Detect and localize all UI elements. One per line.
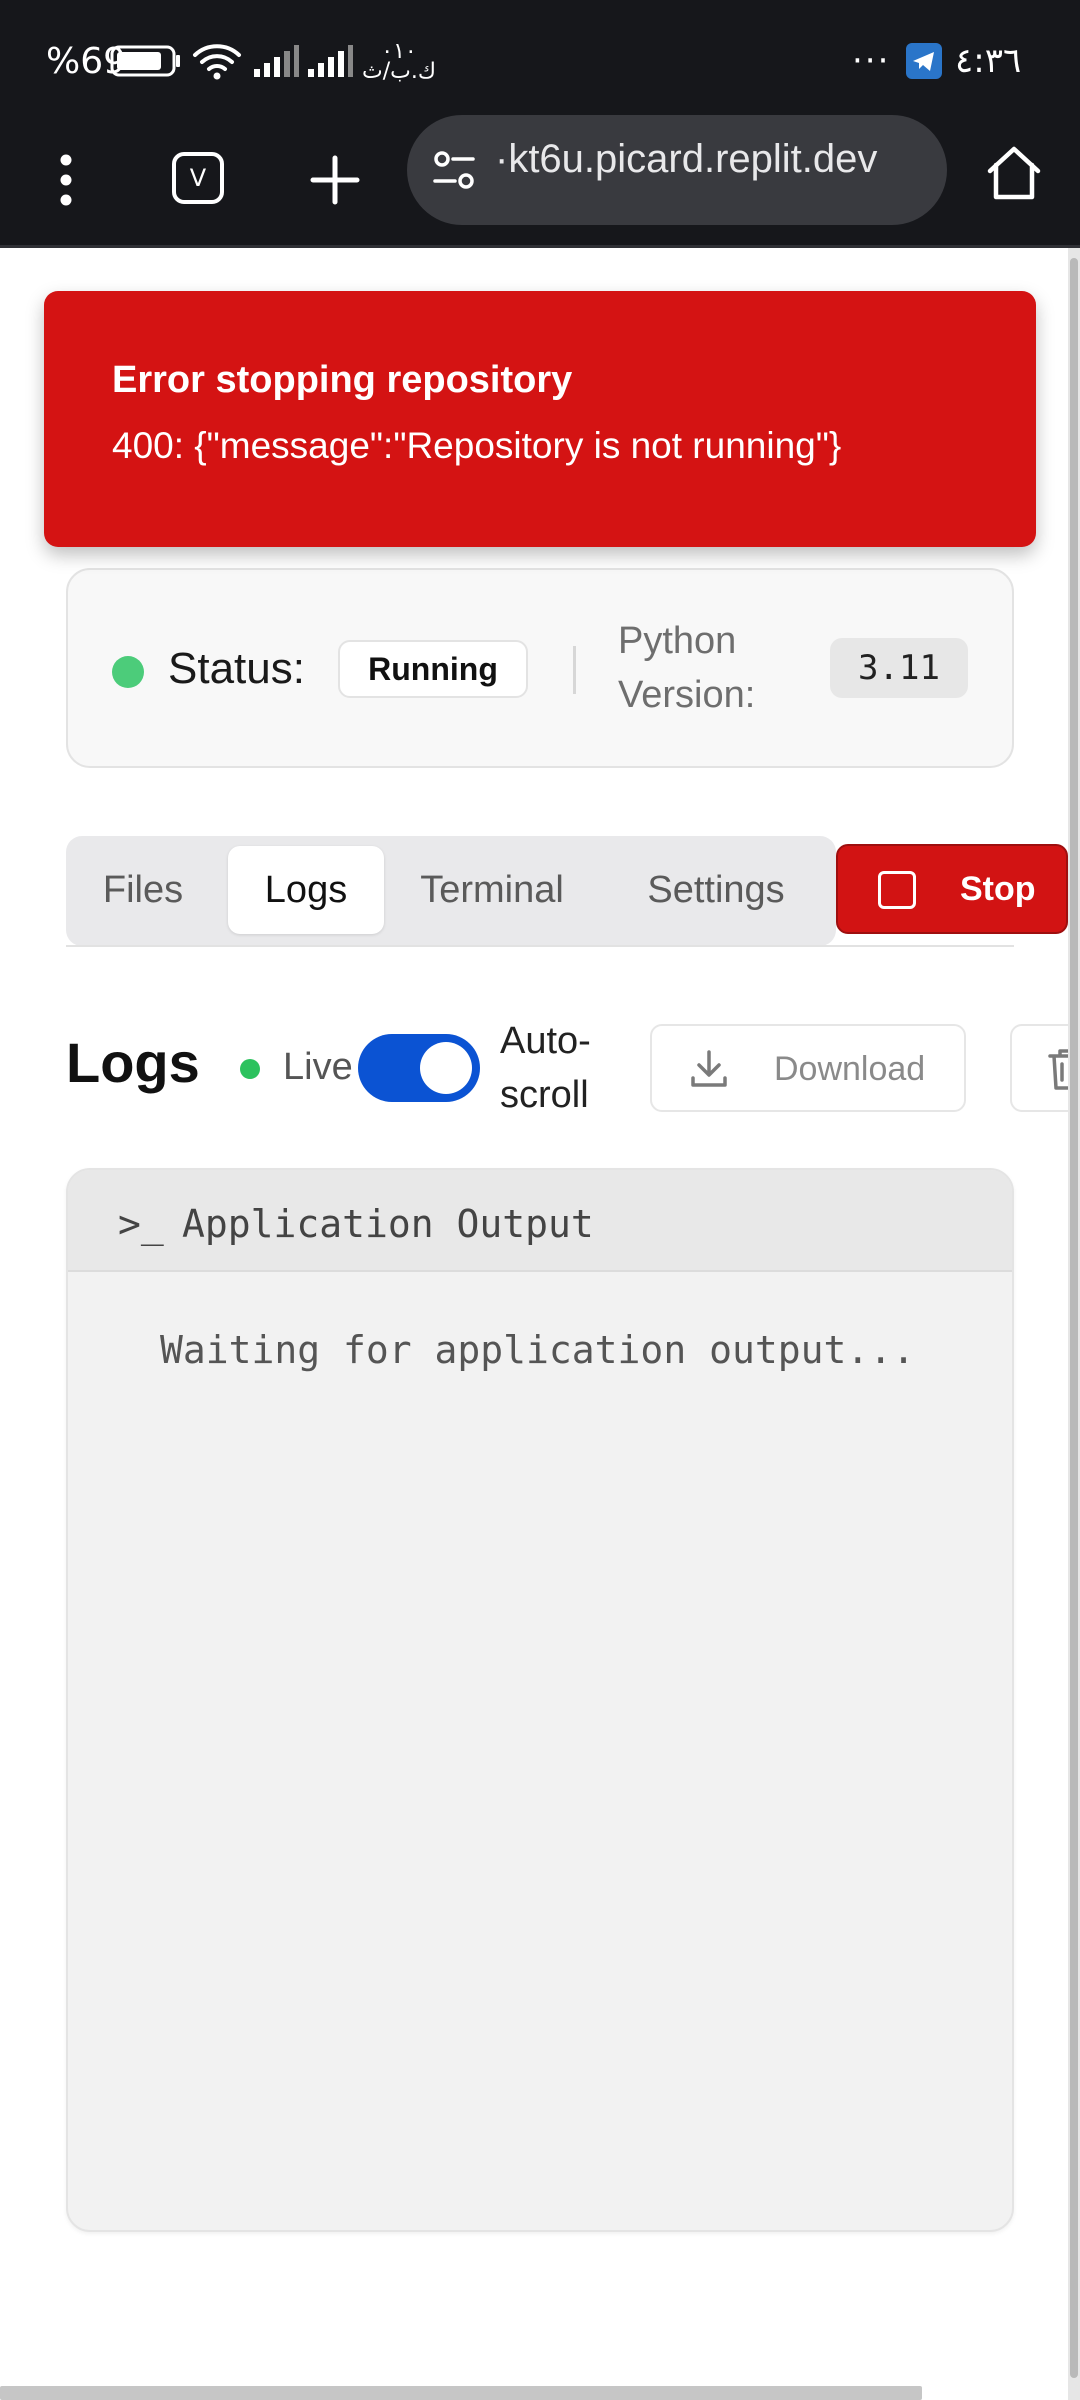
tune-icon[interactable] (431, 149, 477, 191)
live-label: Live (283, 1046, 353, 1088)
home-icon[interactable] (982, 141, 1046, 205)
wifi-icon (192, 36, 242, 86)
tabs-divider (66, 945, 1014, 947)
tab-bar: Files Logs Terminal Settings (66, 836, 836, 946)
status-card: Status: Running Python Version: 3.11 (66, 568, 1014, 768)
signal-icon (252, 36, 300, 86)
tab-terminal[interactable]: Terminal (402, 846, 582, 934)
output-waiting-text: Waiting for application output... (160, 1328, 915, 1372)
python-version-label: Python Version: (618, 614, 778, 722)
output-title: Application Output (182, 1202, 594, 1246)
download-button[interactable]: Download (650, 1024, 966, 1112)
trash-icon (1046, 1046, 1068, 1092)
toggle-knob (420, 1042, 472, 1094)
toast-title: Error stopping repository (112, 359, 573, 401)
logs-heading: Logs (66, 1031, 200, 1094)
tab-count: V (189, 164, 207, 192)
python-version-label-text: Python Version: (618, 620, 756, 716)
error-toast[interactable]: Error stopping repository 400: {"message… (44, 291, 1036, 547)
horizontal-scrollbar[interactable] (0, 2386, 922, 2400)
clock: ٤:٣٦ (955, 41, 1022, 81)
toast-message: 400: {"message":"Repository is not runni… (112, 425, 842, 466)
scrollbar-thumb[interactable] (1070, 258, 1078, 2378)
terminal-prompt-icon: >_ (118, 1202, 164, 1246)
download-label: Download (774, 1050, 926, 1088)
network-speed: ٠١٠ ك.ب/ث (362, 41, 436, 92)
autoscroll-label-text: Auto-scroll (500, 1020, 591, 1116)
status-indicator-dot (112, 656, 144, 688)
telegram-icon (905, 36, 943, 86)
url-text[interactable]: ·kt6u.picard.replit.dev (495, 137, 877, 182)
download-icon (688, 1048, 730, 1090)
status-badge: Running (338, 640, 528, 698)
tab-logs[interactable]: Logs (228, 846, 384, 934)
signal-icon (306, 36, 354, 86)
browser-toolbar: V ·kt6u.picard.replit.dev (0, 115, 1080, 245)
system-status-bar: %69 ٠١٠ ك.ب/ث ··· ٤:٣٦ (0, 0, 1080, 115)
tab-files[interactable]: Files (88, 846, 198, 934)
plus-icon[interactable] (300, 145, 370, 215)
python-version-badge: 3.11 (830, 638, 968, 698)
stop-label: Stop (960, 870, 1036, 908)
output-header: >_ Application Output (68, 1170, 1012, 1272)
status-divider (573, 646, 576, 694)
screen: %69 ٠١٠ ك.ب/ث ··· ٤:٣٦ V ·kt6u.picard.re… (0, 0, 1080, 2400)
battery-icon (110, 36, 182, 86)
tab-settings[interactable]: Settings (616, 846, 816, 934)
stop-button[interactable]: Stop (836, 844, 1068, 934)
page-content: Error stopping repository 400: {"message… (0, 248, 1068, 2400)
address-bar[interactable]: ·kt6u.picard.replit.dev (407, 115, 947, 225)
autoscroll-label: Auto-scroll (500, 1014, 610, 1122)
network-speed-unit: ك.ب/ث (362, 59, 436, 84)
live-indicator-dot (240, 1059, 260, 1079)
more-vert-icon[interactable] (40, 139, 92, 221)
vertical-scrollbar[interactable] (1068, 248, 1080, 2400)
application-output-panel[interactable]: >_ Application Output Waiting for applic… (66, 1168, 1014, 2232)
clear-logs-button[interactable] (1010, 1024, 1068, 1112)
square-stop-icon (878, 871, 916, 909)
status-label: Status: (168, 644, 305, 693)
autoscroll-toggle[interactable] (358, 1034, 480, 1102)
more-notifications: ··· (852, 41, 891, 81)
tab-switcher-button[interactable]: V (165, 145, 231, 211)
